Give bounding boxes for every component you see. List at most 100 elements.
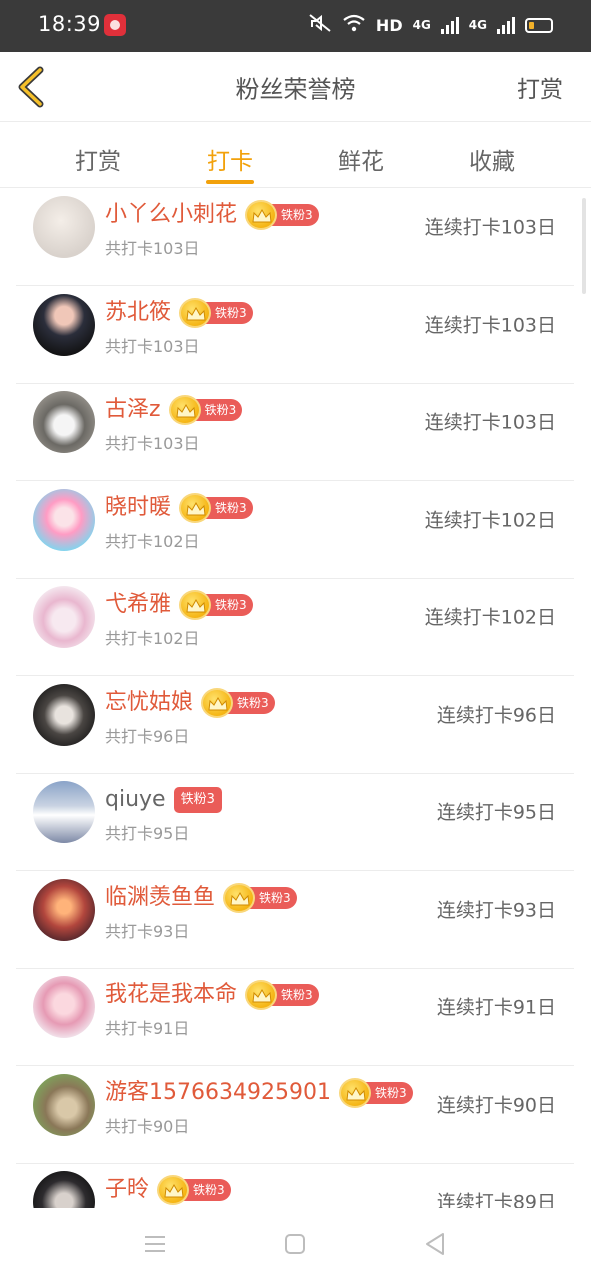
fan-level-badge: 铁粉3 [179,492,253,523]
crown-icon [179,492,212,523]
avatar[interactable] [33,196,95,258]
fan-list: 小丫么小刺花 铁粉3 共打卡103日 连续打卡103日 苏北筱 铁粉3 共打卡103日 连续打… [0,189,591,1208]
signal-icon-1 [440,16,459,34]
fan-row[interactable]: 弋希雅 铁粉3 共打卡102日 连续打卡102日 [16,579,574,676]
user-name[interactable]: 古泽z [105,396,161,424]
fan-row[interactable]: 临渊羡鱼鱼 铁粉3 共打卡93日 连续打卡93日 [16,872,574,969]
total-checkins: 共打卡90日 [105,1116,190,1136]
active-tab-indicator [206,180,254,184]
name-line: 小丫么小刺花 铁粉3 [105,200,319,230]
avatar[interactable] [33,1171,95,1208]
checkin-streak: 连续打卡103日 [424,314,556,336]
crown-icon [179,590,212,620]
user-name[interactable]: qiuye [105,786,166,814]
checkin-streak: 连续打卡102日 [424,606,556,629]
status-indicators: HD 4G 4G [308,14,553,36]
app-notification-icon [104,14,126,36]
checkin-streak: 连续打卡89日 [436,1191,556,1209]
system-nav-bar [0,1208,591,1280]
crown-icon [245,980,278,1010]
name-line: 苏北筱 铁粉3 [105,297,253,328]
header: 粉丝荣誉榜 打赏 [0,52,591,122]
user-name[interactable]: 弋希雅 [105,591,171,619]
name-line: 忘忧姑娘 铁粉3 [105,687,275,718]
fan-row[interactable]: 子昤 铁粉3 连续打卡89日 [16,1164,574,1208]
avatar[interactable] [33,878,95,941]
page-title: 粉丝荣誉榜 [235,75,356,104]
user-name[interactable]: 临渊羡鱼鱼 [105,884,215,912]
checkin-streak: 连续打卡95日 [436,801,556,824]
name-line: 弋希雅 铁粉3 [105,590,253,620]
fan-row[interactable]: 忘忧姑娘 铁粉3 共打卡96日 连续打卡96日 [16,677,574,774]
checkin-streak: 连续打卡102日 [424,509,556,531]
avatar[interactable] [33,781,95,843]
name-line: 晓时暖 铁粉3 [105,492,253,523]
checkin-streak: 连续打卡90日 [436,1094,556,1116]
name-line: 临渊羡鱼鱼 铁粉3 [105,882,297,913]
reward-button[interactable]: 打赏 [517,70,563,104]
total-checkins: 共打卡95日 [105,824,190,843]
crown-icon [223,882,256,913]
status-bar: 18:39 HD 4G 4G [0,0,591,52]
fan-level-badge: 铁粉3 [179,297,253,328]
menu-icon[interactable] [141,1230,169,1258]
fan-row[interactable]: qiuye 铁粉3 共打卡95日 连续打卡95日 [16,774,574,871]
user-name[interactable]: 子昤 [105,1176,149,1204]
tab-favorites[interactable]: 收藏 [437,122,547,188]
user-name[interactable]: 我花是我本命 [105,981,237,1009]
fan-level-badge: 铁粉3 [245,980,319,1010]
crown-icon [179,297,212,328]
fan-row[interactable]: 小丫么小刺花 铁粉3 共打卡103日 连续打卡103日 [16,189,574,286]
avatar[interactable] [33,391,95,453]
fan-level-badge: 铁粉3 [168,395,243,425]
total-checkins: 共打卡96日 [105,726,190,746]
total-checkins: 共打卡102日 [105,531,200,551]
network-type-2: 4G [468,18,487,32]
avatar[interactable] [33,1073,95,1136]
signal-icon-2 [497,16,515,34]
name-line: qiuye 铁粉3 [105,786,222,814]
hd-indicator: HD [375,15,403,35]
user-name[interactable]: 小丫么小刺花 [105,201,237,229]
fan-row[interactable]: 苏北筱 铁粉3 共打卡103日 连续打卡103日 [16,287,574,384]
name-line: 我花是我本命 铁粉3 [105,980,319,1010]
network-type-1: 4G [412,18,431,32]
scrollbar[interactable] [582,198,586,294]
avatar[interactable] [33,976,95,1038]
fan-level-badge: 铁粉3 [201,687,275,718]
avatar[interactable] [33,488,95,551]
fan-level-badge: 铁粉3 [173,786,222,814]
fan-level-badge: 铁粉3 [223,882,297,913]
home-icon[interactable] [281,1230,309,1258]
status-time: 18:39 [38,12,102,36]
user-name[interactable]: 晓时暖 [105,494,171,522]
name-line: 古泽z 铁粉3 [105,395,243,425]
tab-reward[interactable]: 打赏 [43,122,153,188]
checkin-streak: 连续打卡93日 [436,899,556,921]
mute-icon [308,13,332,37]
total-checkins: 共打卡102日 [105,629,200,648]
back-triangle-icon[interactable] [421,1230,449,1258]
checkin-streak: 连续打卡91日 [436,996,556,1019]
badge-label: 铁粉3 [173,787,222,813]
fan-row[interactable]: 晓时暖 铁粉3 共打卡102日 连续打卡102日 [16,482,574,579]
fan-row[interactable]: 古泽z 铁粉3 共打卡103日 连续打卡103日 [16,384,574,481]
tab-checkin[interactable]: 打卡 [175,122,285,188]
name-line: 游客1576634925901 铁粉3 [105,1077,413,1108]
tab-bar: 打赏 打卡 鲜花 收藏 [0,122,591,188]
crown-icon [338,1077,371,1108]
crown-icon [201,687,234,718]
total-checkins: 共打卡103日 [105,239,200,258]
avatar[interactable] [33,683,95,746]
fan-row[interactable]: 我花是我本命 铁粉3 共打卡91日 连续打卡91日 [16,969,574,1066]
fan-row[interactable]: 游客1576634925901 铁粉3 共打卡90日 连续打卡90日 [16,1067,574,1164]
fan-level-badge: 铁粉3 [245,200,319,230]
user-name[interactable]: 苏北筱 [105,299,171,327]
user-name[interactable]: 忘忧姑娘 [105,689,193,717]
avatar[interactable] [33,586,95,648]
avatar[interactable] [33,293,95,356]
total-checkins: 共打卡93日 [105,921,190,941]
crown-icon [245,200,278,230]
tab-flowers[interactable]: 鲜花 [306,122,416,188]
user-name[interactable]: 游客1576634925901 [105,1079,331,1107]
